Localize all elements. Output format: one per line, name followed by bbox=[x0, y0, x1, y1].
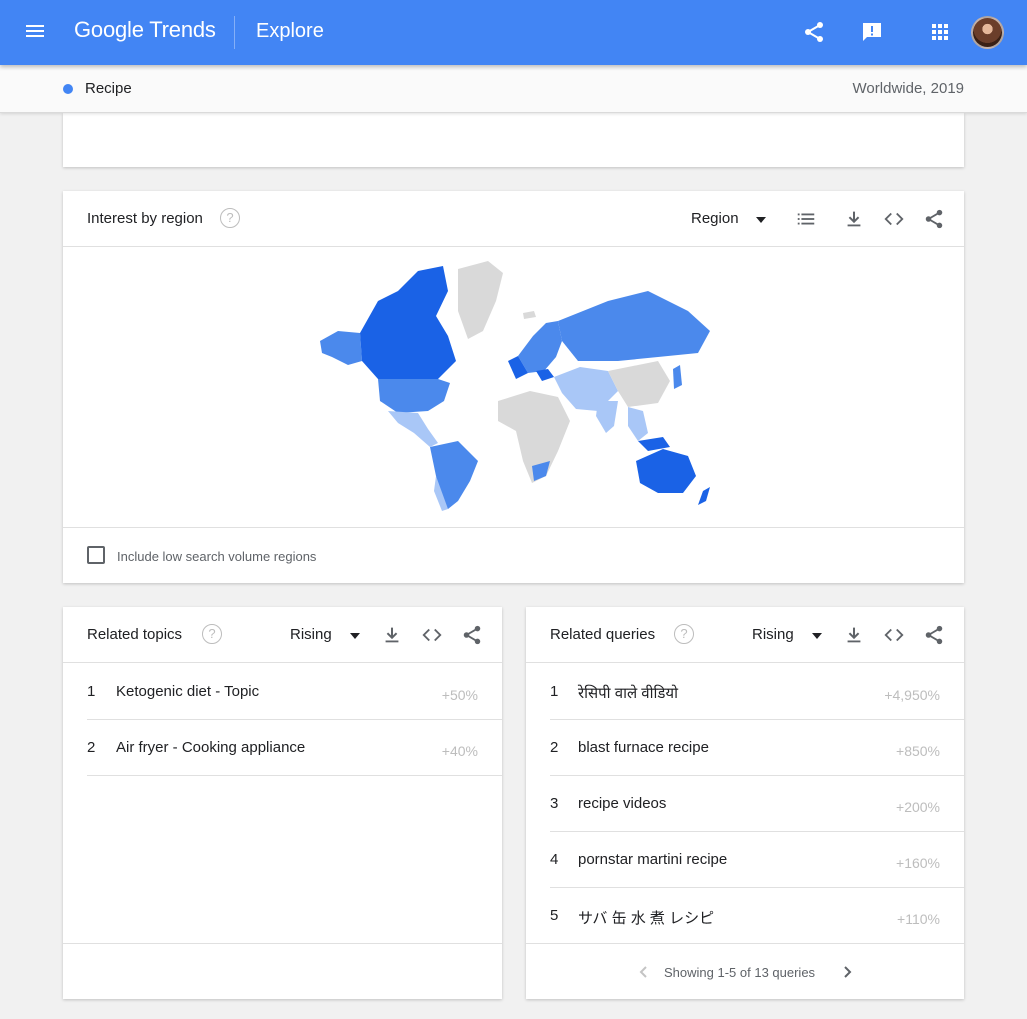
divider bbox=[87, 775, 502, 776]
chevron-down-icon[interactable] bbox=[812, 633, 822, 639]
row-label[interactable]: Air fryer - Cooking appliance bbox=[116, 739, 305, 756]
divider bbox=[63, 662, 502, 663]
pagination-label: Showing 1-5 of 13 queries bbox=[664, 965, 816, 980]
row-rank: 5 bbox=[550, 907, 559, 924]
divider bbox=[63, 527, 964, 528]
chevron-left-icon[interactable] bbox=[636, 964, 652, 980]
row-label[interactable]: blast furnace recipe bbox=[578, 739, 709, 756]
row-label[interactable]: recipe videos bbox=[578, 795, 666, 812]
help-icon[interactable]: ? bbox=[220, 208, 240, 228]
embed-code-icon[interactable] bbox=[883, 208, 905, 230]
row-rank: 1 bbox=[87, 683, 96, 700]
chevron-down-icon[interactable] bbox=[350, 633, 360, 639]
search-term[interactable]: Recipe bbox=[85, 80, 132, 97]
chevron-right-icon[interactable] bbox=[839, 964, 855, 980]
region-card-title: Interest by region bbox=[87, 210, 203, 227]
help-icon[interactable]: ? bbox=[202, 624, 222, 644]
comparison-bar: Recipe Worldwide, 2019 bbox=[0, 65, 1027, 113]
page-title: Explore bbox=[256, 20, 324, 42]
row-rank: 3 bbox=[550, 795, 559, 812]
divider bbox=[63, 943, 502, 944]
row-value: +50% bbox=[441, 687, 478, 703]
embed-code-icon[interactable] bbox=[883, 624, 905, 646]
related-queries-title: Related queries bbox=[550, 626, 656, 643]
embed-code-icon[interactable] bbox=[421, 624, 443, 646]
region-dropdown[interactable]: Region bbox=[691, 210, 739, 227]
row-value: +40% bbox=[441, 743, 478, 759]
header-divider bbox=[234, 16, 235, 49]
list-view-icon[interactable] bbox=[795, 208, 817, 230]
divider bbox=[63, 246, 964, 247]
download-icon[interactable] bbox=[381, 624, 403, 646]
low-volume-checkbox[interactable] bbox=[87, 546, 105, 564]
related-topics-title: Related topics bbox=[87, 626, 183, 643]
google-trends-logo[interactable]: Google Trends bbox=[74, 17, 216, 43]
divider bbox=[550, 887, 964, 888]
row-rank: 4 bbox=[550, 851, 559, 868]
row-label[interactable]: Ketogenic diet - Topic bbox=[116, 683, 259, 700]
share-icon[interactable] bbox=[461, 624, 483, 646]
row-value: +110% bbox=[897, 911, 940, 927]
chevron-down-icon[interactable] bbox=[756, 217, 766, 223]
share-icon[interactable] bbox=[923, 208, 945, 230]
download-icon[interactable] bbox=[843, 624, 865, 646]
divider bbox=[526, 662, 964, 663]
related-queries-card: Related queries ? Rising 1 रेसिपी वाले व… bbox=[526, 607, 964, 999]
share-icon[interactable] bbox=[802, 20, 826, 44]
divider bbox=[550, 719, 964, 720]
world-map[interactable] bbox=[318, 261, 718, 511]
row-label[interactable]: रेसिपी वाले वीडियो bbox=[578, 683, 678, 703]
row-value: +4,950% bbox=[884, 687, 940, 703]
topics-rising-dropdown[interactable]: Rising bbox=[290, 626, 332, 643]
related-topics-card: Related topics ? Rising 1 Ketogenic diet… bbox=[63, 607, 502, 999]
row-label[interactable]: pornstar martini recipe bbox=[578, 851, 727, 868]
user-avatar[interactable] bbox=[971, 16, 1004, 49]
queries-rising-dropdown[interactable]: Rising bbox=[752, 626, 794, 643]
row-rank: 2 bbox=[87, 739, 96, 756]
divider bbox=[87, 719, 502, 720]
row-value: +200% bbox=[896, 799, 940, 815]
interest-by-region-card: Interest by region ? Region Include low … bbox=[63, 191, 964, 583]
app-bar: Google Trends Explore bbox=[0, 0, 1027, 65]
divider bbox=[550, 775, 964, 776]
scope-label: Worldwide, 2019 bbox=[852, 80, 964, 97]
row-rank: 2 bbox=[550, 739, 559, 756]
feedback-icon[interactable] bbox=[860, 20, 884, 44]
row-label[interactable]: サバ 缶 水 煮 レシピ bbox=[578, 907, 714, 928]
share-icon[interactable] bbox=[923, 624, 945, 646]
interest-over-time-card bbox=[63, 113, 964, 167]
term-color-dot bbox=[63, 84, 73, 94]
menu-icon[interactable] bbox=[24, 22, 46, 44]
row-value: +850% bbox=[896, 743, 940, 759]
row-rank: 1 bbox=[550, 683, 559, 700]
divider bbox=[550, 831, 964, 832]
download-icon[interactable] bbox=[843, 208, 865, 230]
row-value: +160% bbox=[896, 855, 940, 871]
low-volume-checkbox-label[interactable]: Include low search volume regions bbox=[117, 549, 316, 564]
divider bbox=[526, 943, 964, 944]
apps-grid-icon[interactable] bbox=[928, 20, 952, 44]
help-icon[interactable]: ? bbox=[674, 624, 694, 644]
